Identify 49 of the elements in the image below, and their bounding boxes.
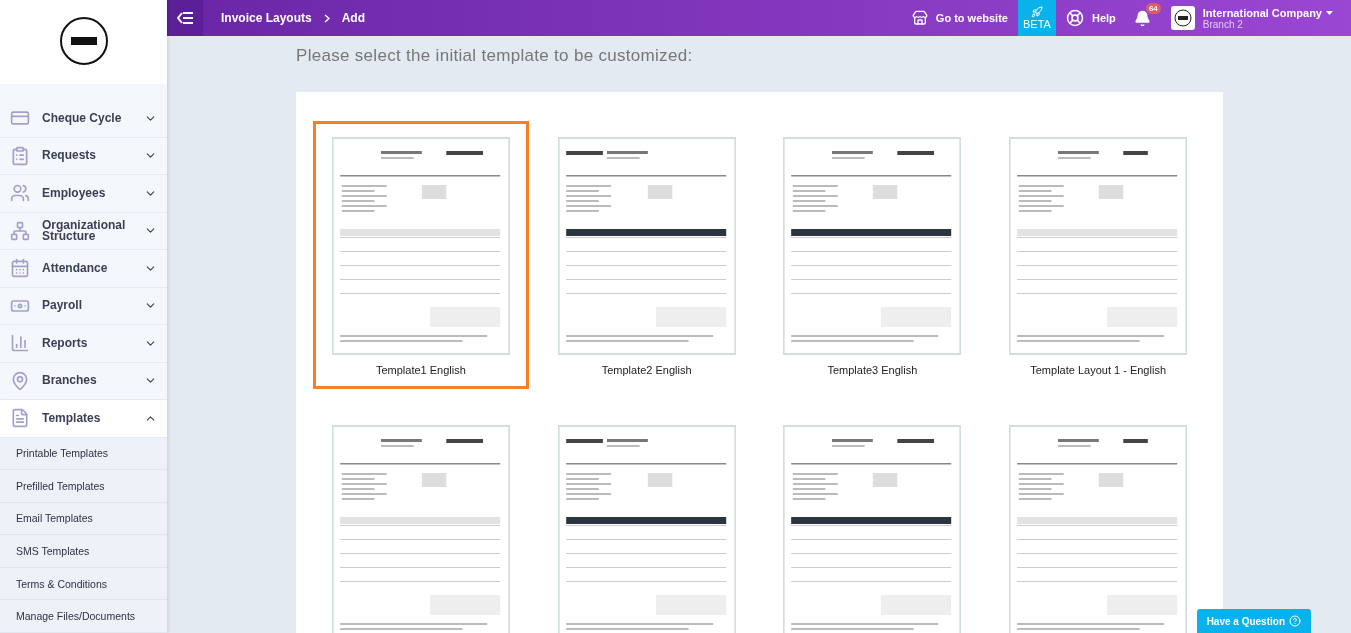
bell-icon[interactable]	[1133, 9, 1151, 27]
document-icon	[10, 408, 30, 429]
menu-icon	[177, 12, 193, 24]
template-card[interactable]: Template2 English	[538, 121, 755, 389]
template-label: Template3 English	[827, 364, 918, 376]
sidebar-subitem[interactable]: SMS Templates	[0, 535, 167, 568]
caret-icon	[1326, 10, 1333, 15]
storefront-icon	[911, 10, 928, 26]
sidebar-item[interactable]: Cheque Cycle	[0, 100, 167, 138]
sidebar-item[interactable]: Branches	[0, 362, 167, 401]
go-to-website-link[interactable]: Go to website	[901, 10, 1018, 26]
sidebar-subitem[interactable]: Prefilled Templates	[0, 470, 167, 503]
clipboard-icon	[10, 145, 30, 166]
template-card[interactable]: Template3 English	[764, 121, 981, 389]
template-label: Template Layout 1 - English	[1030, 364, 1166, 376]
breadcrumb-item[interactable]: Invoice Layouts	[221, 11, 312, 25]
help-icon	[1289, 615, 1301, 627]
notification-count: 64	[1145, 2, 1161, 14]
chevron-right-icon	[323, 13, 330, 23]
template-card[interactable]: Template Layout 1 - English	[990, 121, 1206, 389]
people-icon	[10, 183, 30, 204]
sidebar-item[interactable]: Requests	[0, 137, 167, 176]
calendar-icon	[10, 258, 30, 279]
rocket-icon	[1030, 6, 1043, 18]
hierarchy-icon	[10, 220, 30, 241]
help-link[interactable]: Help	[1055, 9, 1126, 27]
sidebar-item[interactable]: Reports	[0, 325, 167, 363]
sidebar-item[interactable]: Templates	[0, 400, 167, 438]
location-pin-icon	[10, 370, 30, 391]
branch-name: Branch 2	[1202, 18, 1244, 30]
lifebuoy-icon	[1065, 9, 1084, 27]
template-card[interactable]: Template1 English	[313, 121, 529, 389]
sidebar-subitem[interactable]: Printable Templates	[0, 437, 167, 471]
bar-chart-icon	[10, 333, 30, 354]
sidebar-item[interactable]: Organizational Structure	[0, 212, 167, 251]
company-name[interactable]: International Company	[1202, 6, 1333, 19]
sidebar-item[interactable]: Employees	[0, 175, 167, 213]
sidebar-subitem[interactable]: Terms & Conditions	[0, 567, 167, 601]
sidebar-item[interactable]: Payroll	[0, 287, 167, 326]
template-label: Template2 English	[601, 364, 692, 376]
page-heading: Please select the initial template to be customized:	[296, 46, 694, 66]
sidebar-subitem[interactable]: Manage Files/Documents	[0, 600, 167, 633]
company-logo	[1170, 6, 1195, 30]
breadcrumb-item: Add	[341, 11, 366, 25]
menu-button[interactable]	[167, 0, 203, 36]
logo	[59, 17, 108, 65]
sidebar-subitem[interactable]: Email Templates	[0, 502, 167, 536]
template-label: Template1 English	[375, 364, 466, 376]
sidebar-item[interactable]: Attendance	[0, 250, 167, 288]
